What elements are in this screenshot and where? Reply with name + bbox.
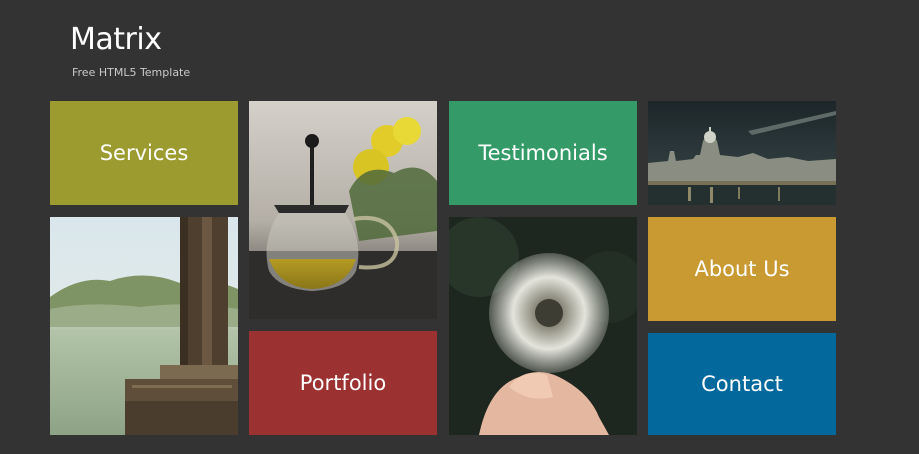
portfolio-tile[interactable]: Portfolio bbox=[249, 331, 437, 435]
contact-label: Contact bbox=[701, 372, 783, 396]
about-us-tile[interactable]: About Us bbox=[648, 217, 836, 321]
dandelion-image bbox=[449, 217, 637, 435]
dandelion-photo-tile[interactable] bbox=[449, 217, 637, 435]
site-title[interactable]: Matrix bbox=[70, 22, 190, 58]
about-us-label: About Us bbox=[694, 257, 790, 281]
portfolio-label: Portfolio bbox=[299, 371, 387, 395]
services-label: Services bbox=[99, 141, 189, 165]
testimonials-tile[interactable]: Testimonials bbox=[449, 101, 637, 205]
site-brand: Matrix Free HTML5 Template bbox=[70, 22, 190, 79]
lake-dock-photo-tile[interactable] bbox=[50, 217, 238, 435]
lake-dock-image bbox=[50, 217, 238, 435]
french-press-image bbox=[249, 101, 437, 319]
city-night-image bbox=[648, 101, 836, 205]
french-press-photo-tile[interactable] bbox=[249, 101, 437, 319]
services-tile[interactable]: Services bbox=[50, 101, 238, 205]
city-night-photo-tile[interactable] bbox=[648, 101, 836, 205]
site-subtitle: Free HTML5 Template bbox=[72, 66, 191, 79]
contact-tile[interactable]: Contact bbox=[648, 333, 836, 435]
testimonials-label: Testimonials bbox=[478, 141, 608, 165]
